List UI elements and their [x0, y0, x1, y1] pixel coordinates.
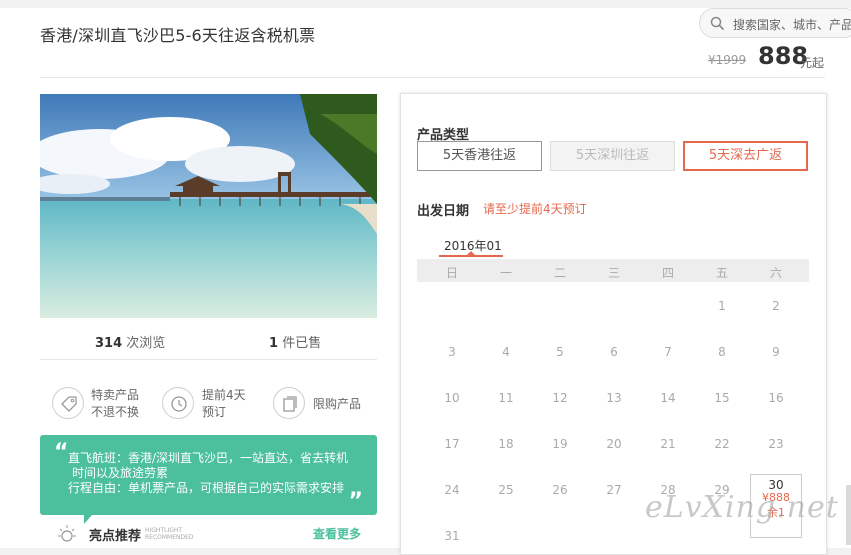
weekday-label: 日	[445, 266, 458, 280]
calendar-day[interactable]: 15	[695, 391, 749, 405]
calendar-day[interactable]: 12	[533, 391, 587, 405]
quote-close-icon: ”	[348, 489, 363, 514]
calendar-day[interactable]: 8	[695, 345, 749, 359]
calendar-day[interactable]: 13	[587, 391, 641, 405]
feature-special: 特卖产品 不退不换	[91, 388, 140, 419]
calendar-day[interactable]: 5	[533, 345, 587, 359]
highlight-box: “ 直飞航班：香港/深圳直飞沙巴，一站直达，省去转机 时间以及旅途劳累 行程自由…	[40, 435, 377, 524]
product-photo[interactable]	[40, 94, 377, 318]
feature-advance: 提前4天 预订	[202, 388, 246, 419]
caret-up-icon	[467, 251, 475, 255]
clock-icon	[162, 387, 194, 419]
original-price: ¥1999	[708, 53, 747, 67]
calendar-day[interactable]: 27	[587, 483, 641, 497]
month-underline	[439, 255, 503, 257]
weekday-label: 二	[553, 266, 566, 280]
quote-open-icon: “	[54, 440, 69, 465]
feature-limit: 限购产品	[313, 397, 362, 411]
calendar-day[interactable]: 11	[479, 391, 533, 405]
calendar-day[interactable]: 24	[425, 483, 479, 497]
divider	[40, 359, 377, 360]
calendar-day[interactable]: 23	[749, 437, 803, 451]
views-count: 314	[95, 336, 123, 351]
weekday-label: 三	[607, 266, 620, 280]
sold-count: 1	[269, 336, 279, 351]
type-option-sz[interactable]: 5天深圳往返	[550, 141, 675, 171]
calendar-day[interactable]: 26	[533, 483, 587, 497]
calendar-day[interactable]: 16	[749, 391, 803, 405]
highlight-line: 时间以及旅途劳累	[72, 466, 169, 480]
calendar-day[interactable]: 18	[479, 437, 533, 451]
type-option-hk[interactable]: 5天香港往返	[417, 141, 542, 171]
weekday-label: 一	[499, 266, 512, 280]
calendar-day[interactable]: 14	[641, 391, 695, 405]
type-option-sz-gz[interactable]: 5天深去广返	[683, 141, 808, 171]
calendar-day[interactable]: 10	[425, 391, 479, 405]
weekday-label: 五	[715, 266, 728, 280]
bulb-icon	[56, 523, 78, 549]
calendar-day[interactable]: 31	[425, 529, 479, 543]
search-box[interactable]: 搜索国家、城市、产品	[699, 8, 851, 38]
view-more-link[interactable]: 查看更多	[313, 525, 361, 542]
calendar-day[interactable]: 7	[641, 345, 695, 359]
highlight-label-en: HIGHTLIGHT RECOMMENDED	[145, 527, 194, 541]
calendar-day[interactable]: 20	[587, 437, 641, 451]
sold-stat: 1 件已售	[269, 332, 321, 351]
product-title: 香港/深圳直飞沙巴5-6天往返含税机票	[40, 26, 316, 45]
departure-date-title: 出发日期	[417, 204, 470, 219]
calendar-day[interactable]: 22	[695, 437, 749, 451]
views-label: 次浏览	[126, 336, 166, 351]
calendar-day[interactable]: 25	[479, 483, 533, 497]
calendar-day[interactable]: 2	[749, 299, 803, 313]
sold-label: 件已售	[282, 336, 322, 351]
price-suffix: 元起	[800, 56, 825, 70]
calendar-day[interactable]: 19	[533, 437, 587, 451]
bubble-tail	[84, 515, 100, 524]
highlight-label: 亮点推荐	[89, 529, 142, 544]
calendar-day[interactable]: 3	[425, 345, 479, 359]
divider	[40, 77, 825, 78]
calendar-day[interactable]: 9	[749, 345, 803, 359]
calendar-day[interactable]: 6	[587, 345, 641, 359]
search-icon	[710, 16, 725, 31]
calendar-day[interactable]: 1	[695, 299, 749, 313]
weekday-label: 六	[769, 266, 782, 280]
calendar-day[interactable]: 4	[479, 345, 533, 359]
calendar-day[interactable]: 17	[425, 437, 479, 451]
views-stat: 314 次浏览	[95, 332, 165, 351]
highlight-line: 直飞航班：香港/深圳直飞沙巴，一站直达，省去转机	[68, 451, 349, 465]
search-input[interactable]: 搜索国家、城市、产品	[733, 16, 851, 33]
weekday-label: 四	[661, 266, 674, 280]
tag-icon	[52, 387, 84, 419]
watermark: eLvXing.net	[645, 490, 839, 525]
scrollbar[interactable]	[846, 485, 851, 545]
calendar-day[interactable]: 21	[641, 437, 695, 451]
date-note: 请至少提前4天预订	[483, 202, 587, 216]
limit-icon	[273, 387, 305, 419]
highlight-line: 行程自由：单机票产品，可根据自己的实际需求安排	[68, 481, 345, 495]
